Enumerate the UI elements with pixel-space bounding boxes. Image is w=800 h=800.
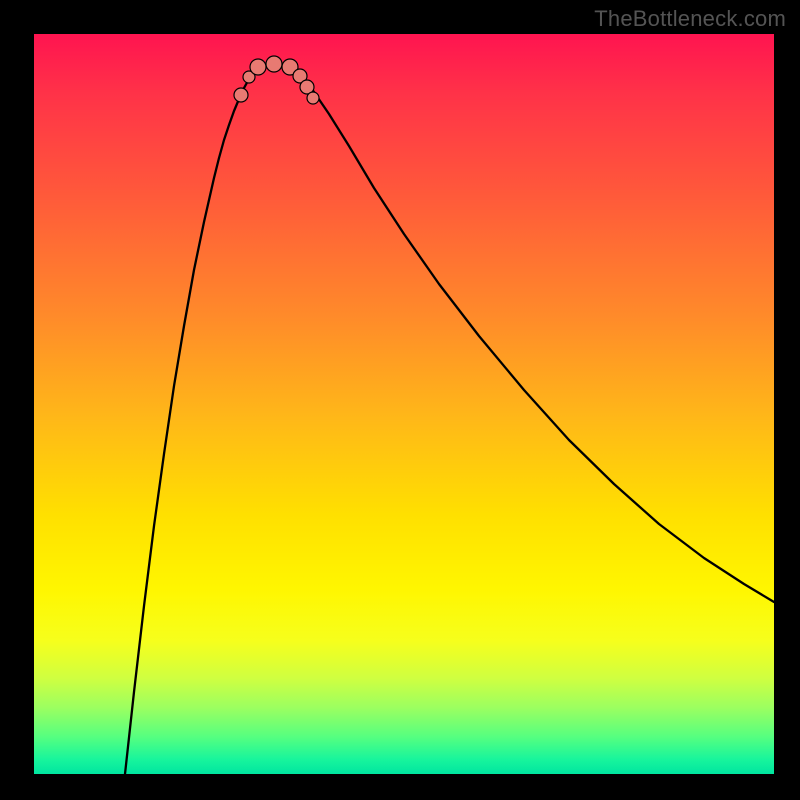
highlight-marker	[250, 59, 266, 75]
marker-group	[234, 56, 319, 104]
plot-area	[34, 34, 774, 774]
highlight-marker	[307, 92, 319, 104]
highlight-marker	[234, 88, 248, 102]
bottleneck-curve	[125, 64, 774, 774]
chart-frame: TheBottleneck.com	[0, 0, 800, 800]
watermark-text: TheBottleneck.com	[594, 6, 786, 32]
highlight-marker	[266, 56, 282, 72]
series-group	[125, 64, 774, 774]
curve-layer	[34, 34, 774, 774]
